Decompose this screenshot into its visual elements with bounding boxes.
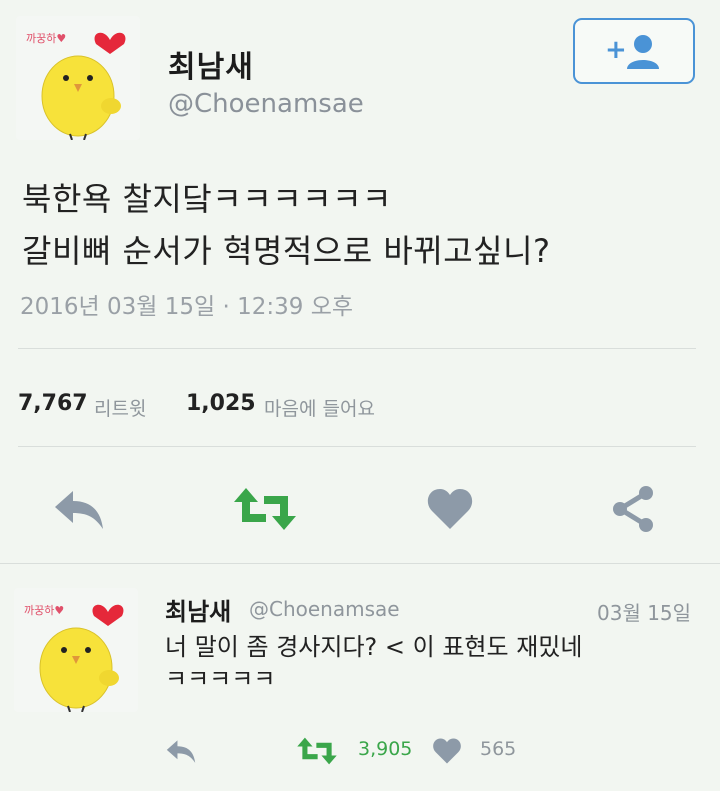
tweet-timestamp: 2016년 03월 15일 · 12:39 오후: [20, 294, 354, 320]
author-avatar[interactable]: 까꿍하♥: [16, 16, 140, 140]
heart-shape: [94, 32, 126, 54]
divider: [18, 348, 696, 349]
author-name[interactable]: 최남새: [168, 42, 254, 86]
reply-author-handle[interactable]: @Choenamsae: [249, 597, 400, 621]
avatar-caption: 까꿍하♥: [26, 31, 66, 45]
reply-reply-button[interactable]: [160, 734, 202, 768]
reply-button[interactable]: [46, 484, 112, 534]
avatar-caption: 까꿍하♥: [24, 603, 64, 617]
heart-icon: [433, 738, 461, 764]
follow-button[interactable]: +: [573, 18, 695, 84]
reply-author-name[interactable]: 최남새: [165, 592, 231, 627]
divider: [0, 563, 720, 564]
retweet-button[interactable]: [230, 484, 300, 534]
retweet-label[interactable]: 리트윗: [94, 394, 146, 421]
retweet-count[interactable]: 7,767: [18, 391, 88, 416]
reply-author-avatar[interactable]: 까꿍하♥: [14, 588, 138, 712]
svg-text:+: +: [605, 35, 627, 65]
retweet-icon: [297, 737, 337, 765]
divider: [18, 446, 696, 447]
reply-icon: [166, 740, 196, 763]
heart-shape: [92, 604, 124, 626]
add-user-icon: +: [605, 35, 659, 69]
reply-retweet-count[interactable]: 3,905: [358, 738, 412, 760]
like-button[interactable]: [420, 482, 480, 536]
like-count[interactable]: 1,025: [186, 391, 256, 416]
reply-retweet-button[interactable]: [294, 734, 340, 768]
reply-like-button[interactable]: [428, 734, 466, 768]
reply-icon: [55, 491, 103, 529]
reply-like-count[interactable]: 565: [480, 738, 516, 760]
reply-text-line-1: 너 말이 좀 경사지다? < 이 표현도 재밌네: [165, 633, 583, 661]
retweet-icon: [234, 488, 296, 530]
reply-text-line-2: ㅋㅋㅋㅋㅋ: [165, 665, 276, 693]
chick-avatar-image: 까꿍하♥: [26, 31, 126, 140]
heart-icon: [427, 489, 473, 529]
like-label[interactable]: 마음에 들어요: [264, 394, 375, 421]
author-handle[interactable]: @Choenamsae: [168, 89, 364, 119]
share-icon: [613, 486, 653, 532]
share-button[interactable]: [604, 482, 664, 536]
tweet-text-line-2: 갈비뼈 순서가 혁명적으로 바뀌고싶니?: [22, 232, 551, 270]
chick-avatar-image: 까꿍하♥: [24, 603, 124, 712]
reply-date[interactable]: 03월 15일: [597, 597, 691, 626]
tweet-text-line-1: 북한욕 찰지닼ㅋㅋㅋㅋㅋㅋ: [22, 180, 392, 218]
